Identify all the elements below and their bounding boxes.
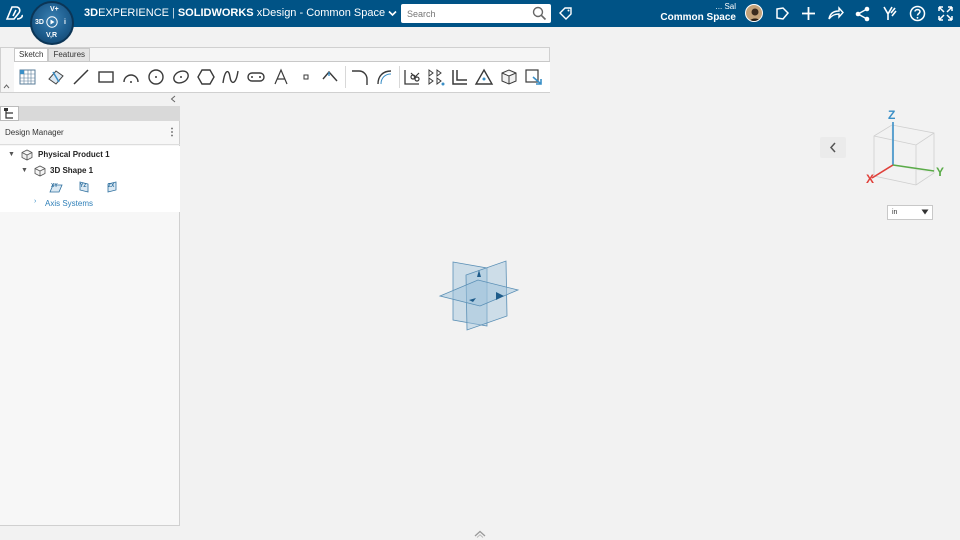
pattern-icon[interactable] [426, 67, 446, 87]
user-name: ... Sal [715, 2, 736, 11]
expand-caret-icon[interactable]: ▼ [21, 167, 28, 174]
top-bar: 3DEXPERIENCE | SOLIDWORKS xDesign - Common… [0, 0, 960, 27]
more-options-icon[interactable]: ⋮ [167, 127, 177, 138]
ribbon-collapse-icon[interactable] [3, 82, 10, 91]
search-icon[interactable] [532, 6, 547, 21]
tree-item-3d-shape[interactable]: 3D Shape 1 [50, 166, 93, 175]
offset-icon[interactable] [450, 67, 470, 87]
spline-icon[interactable] [221, 67, 241, 87]
compass-top-label: V+ [50, 6, 59, 13]
chevron-left-icon [829, 142, 836, 153]
help-icon[interactable] [909, 5, 926, 22]
zx-plane-item[interactable]: ZX [106, 180, 118, 193]
panel-title: Design Manager [5, 128, 64, 137]
z-axis-label: Z [888, 108, 896, 122]
yz-plane-label: YZ [80, 183, 87, 189]
physical-product-icon [21, 149, 33, 161]
xy-plane-label: XY [51, 183, 58, 189]
chevron-right-icon[interactable]: › [34, 198, 36, 205]
play-icon[interactable] [46, 16, 58, 28]
brand-solidworks: SOLIDWORKS [177, 7, 254, 19]
compass-right-label: i [64, 19, 66, 26]
compass-icon[interactable]: V+ 3D i V,R [30, 1, 74, 45]
share-arrow-icon[interactable] [774, 5, 791, 22]
offset-curve-icon[interactable] [375, 67, 395, 87]
chevron-up-icon[interactable] [473, 529, 487, 538]
arc-icon[interactable] [121, 67, 141, 87]
dassault-logo-icon[interactable] [4, 3, 26, 23]
units-value: in [892, 209, 898, 216]
ribbon-toolbar [14, 61, 550, 92]
network-share-icon[interactable] [854, 5, 871, 22]
panel-header: Design Manager ⋮ [0, 123, 180, 145]
x-axis-label: X [866, 172, 875, 186]
user-info[interactable]: ... Sal Common Space [660, 2, 736, 24]
toolbar-separator [345, 66, 346, 88]
chevron-down-icon[interactable] [388, 10, 397, 17]
reference-planes-icon[interactable] [436, 258, 522, 334]
tree-icon [4, 108, 13, 119]
tab-features[interactable]: Features [48, 48, 91, 62]
rectangle-icon[interactable] [96, 67, 116, 87]
units-dropdown[interactable]: in [887, 205, 933, 220]
view-triad[interactable]: Z X Y [860, 108, 950, 193]
expand-caret-icon[interactable]: ▼ [8, 151, 15, 158]
fullscreen-icon[interactable] [937, 5, 954, 22]
brand-separator: | [171, 7, 175, 19]
brand-experience: EXPERIENCE [98, 7, 169, 19]
3d-shape-icon [34, 165, 46, 177]
action-bar: Sketch Features [0, 47, 550, 93]
point-icon[interactable] [296, 67, 316, 87]
fillet-icon[interactable] [350, 67, 370, 87]
user-space: Common Space [660, 12, 736, 23]
forward-icon[interactable] [827, 5, 844, 22]
app-name: xDesign - Common Space [256, 7, 386, 19]
text-icon[interactable] [271, 67, 291, 87]
sketch-plane-icon[interactable] [46, 67, 66, 87]
compass-left-label: 3D [35, 19, 44, 26]
compass-bottom-label: V,R [46, 32, 58, 39]
tree-tab[interactable] [0, 106, 19, 121]
line-icon[interactable] [71, 67, 91, 87]
collapse-view-button[interactable] [820, 137, 846, 158]
search-input[interactable] [401, 4, 529, 23]
construction-icon[interactable] [320, 67, 340, 87]
exit-sketch-icon[interactable] [524, 67, 544, 87]
tree-item-axis-systems[interactable]: Axis Systems [45, 199, 93, 208]
polygon-icon[interactable] [196, 67, 216, 87]
yz-plane-item[interactable]: YZ [78, 180, 90, 193]
design-manager-panel: Design Manager ⋮ ▼ Physical Product 1 ▼ … [0, 106, 180, 526]
constraint-icon[interactable] [474, 67, 494, 87]
tree-item-physical-product[interactable]: Physical Product 1 [38, 150, 110, 159]
brand-3d: 3D [84, 7, 99, 19]
panel-collapse-icon[interactable] [170, 95, 176, 105]
feature-tree: ▼ Physical Product 1 ▼ 3D Shape 1 XY YZ … [0, 146, 180, 212]
xy-plane-item[interactable]: XY [49, 181, 63, 193]
y-axis-label: Y [936, 165, 945, 179]
search-box[interactable] [401, 4, 551, 23]
ribbon-tabs: Sketch Features [14, 48, 91, 62]
panel-tab-bar [0, 106, 180, 121]
community-icon[interactable] [881, 5, 898, 22]
circle-icon[interactable] [146, 67, 166, 87]
add-icon[interactable] [800, 5, 817, 22]
dropdown-arrow-icon [921, 209, 929, 215]
3d-box-icon[interactable] [499, 67, 519, 87]
ellipse-icon[interactable] [171, 67, 191, 87]
trim-icon[interactable] [402, 67, 422, 87]
toolbar-separator [399, 66, 400, 88]
tag-icon[interactable] [558, 6, 573, 21]
app-title[interactable]: 3DEXPERIENCE | SOLIDWORKS xDesign - Common… [84, 7, 397, 19]
slot-icon[interactable] [246, 67, 266, 87]
avatar[interactable] [745, 4, 763, 22]
tab-sketch[interactable]: Sketch [14, 48, 49, 62]
sketch-grid-icon[interactable] [18, 67, 38, 87]
zx-plane-label: ZX [108, 183, 115, 189]
